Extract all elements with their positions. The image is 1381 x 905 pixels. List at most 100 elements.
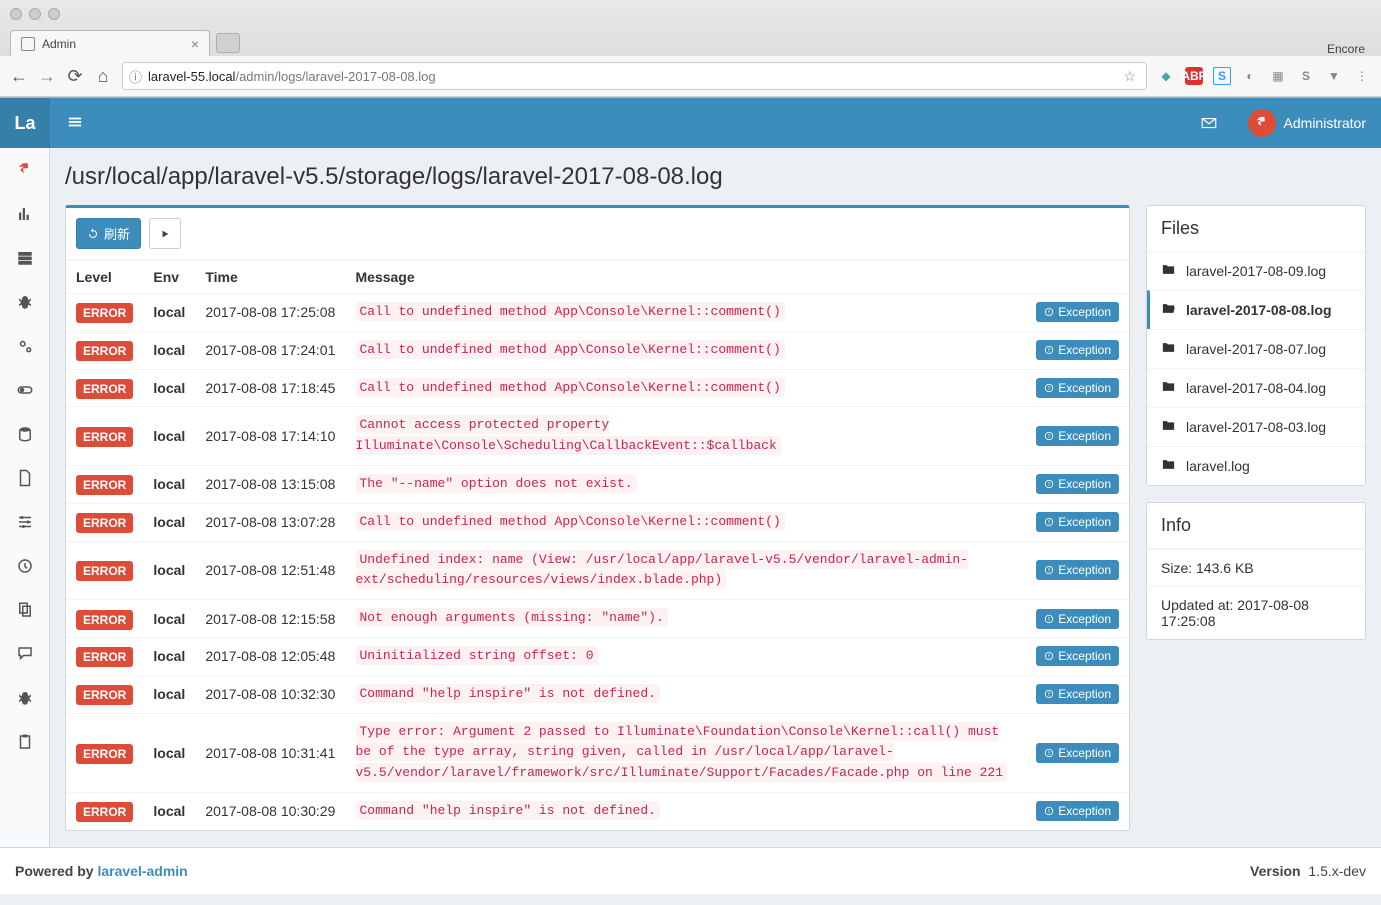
- time-cell: 2017-08-08 13:07:28: [195, 503, 345, 541]
- address-bar[interactable]: ⓘ laravel-55.local/admin/logs/laravel-20…: [122, 62, 1147, 90]
- sidebar-item-file[interactable]: [0, 456, 49, 500]
- sidebar-item-chart[interactable]: [0, 192, 49, 236]
- exception-button[interactable]: Exception: [1036, 560, 1119, 580]
- extension-icon[interactable]: ▦: [1269, 67, 1287, 85]
- files-title: Files: [1147, 206, 1365, 252]
- info-updated: Updated at: 2017-08-08 17:25:08: [1147, 586, 1365, 639]
- sidebar-item-copy[interactable]: [0, 588, 49, 632]
- version-value: 1.5.x-dev: [1308, 863, 1366, 879]
- window-close-icon[interactable]: [10, 8, 22, 20]
- time-cell: 2017-08-08 17:25:08: [195, 294, 345, 332]
- user-menu[interactable]: Administrator: [1233, 98, 1381, 148]
- level-badge: ERROR: [76, 561, 133, 581]
- close-tab-icon[interactable]: ×: [191, 36, 199, 52]
- exception-button[interactable]: Exception: [1036, 646, 1119, 666]
- sidebar-item-debug[interactable]: [0, 676, 49, 720]
- exception-button[interactable]: Exception: [1036, 426, 1119, 446]
- file-item[interactable]: laravel-2017-08-09.log: [1147, 252, 1365, 290]
- time-cell: 2017-08-08 10:30:29: [195, 792, 345, 829]
- window-minimize-icon[interactable]: [29, 8, 41, 20]
- table-row: ERRORlocal2017-08-08 10:32:30Command "he…: [66, 675, 1129, 713]
- file-name: laravel-2017-08-04.log: [1186, 380, 1326, 396]
- exception-button[interactable]: Exception: [1036, 801, 1119, 821]
- extension-icon[interactable]: S: [1297, 67, 1315, 85]
- refresh-button[interactable]: 刷新: [76, 218, 141, 249]
- env-cell: local: [143, 503, 195, 541]
- time-cell: 2017-08-08 13:15:08: [195, 465, 345, 503]
- message-cell: Call to undefined method App\Console\Ker…: [356, 340, 785, 359]
- sidebar-item-chat[interactable]: [0, 632, 49, 676]
- file-item[interactable]: laravel-2017-08-07.log: [1147, 329, 1365, 368]
- messages-button[interactable]: [1185, 98, 1233, 148]
- window-maximize-icon[interactable]: [48, 8, 60, 20]
- log-box: 刷新 Level Env Time Message: [65, 205, 1130, 831]
- sidebar-item-toggle[interactable]: [0, 368, 49, 412]
- sidebar-item-sliders[interactable]: [0, 500, 49, 544]
- level-badge: ERROR: [76, 475, 133, 495]
- exception-button[interactable]: Exception: [1036, 378, 1119, 398]
- exception-button[interactable]: Exception: [1036, 684, 1119, 704]
- env-cell: local: [143, 637, 195, 675]
- extension-icon[interactable]: S: [1213, 67, 1231, 85]
- col-level: Level: [66, 261, 143, 294]
- file-name: laravel-2017-08-07.log: [1186, 341, 1326, 357]
- new-tab-button[interactable]: [216, 33, 240, 53]
- user-name: Administrator: [1284, 115, 1366, 131]
- sidebar-toggle[interactable]: [50, 115, 100, 132]
- sidebar-item-bug[interactable]: [0, 280, 49, 324]
- exception-button[interactable]: Exception: [1036, 512, 1119, 532]
- file-name: laravel-2017-08-09.log: [1186, 263, 1326, 279]
- file-item[interactable]: laravel-2017-08-08.log: [1147, 290, 1365, 329]
- file-item[interactable]: laravel-2017-08-03.log: [1147, 407, 1365, 446]
- sidebar-item-clipboard[interactable]: [0, 720, 49, 764]
- table-row: ERRORlocal2017-08-08 13:07:28Call to und…: [66, 503, 1129, 541]
- extension-icon[interactable]: ◆: [1157, 67, 1175, 85]
- menu-icon[interactable]: ⋮: [1353, 67, 1371, 85]
- logo[interactable]: La: [0, 98, 50, 148]
- sidebar-item-server[interactable]: [0, 236, 49, 280]
- forward-button: →: [38, 66, 56, 87]
- tab-title: Admin: [42, 37, 76, 51]
- env-cell: local: [143, 407, 195, 466]
- env-cell: local: [143, 294, 195, 332]
- exception-button[interactable]: Exception: [1036, 340, 1119, 360]
- play-button[interactable]: [149, 218, 181, 249]
- level-badge: ERROR: [76, 341, 133, 361]
- exception-button[interactable]: Exception: [1036, 609, 1119, 629]
- level-badge: ERROR: [76, 744, 133, 764]
- file-item[interactable]: laravel.log: [1147, 446, 1365, 485]
- file-item[interactable]: laravel-2017-08-04.log: [1147, 368, 1365, 407]
- log-table: Level Env Time Message ERRORlocal2017-08…: [66, 260, 1129, 830]
- message-cell: Uninitialized string offset: 0: [356, 646, 598, 665]
- sidebar-item-database[interactable]: [0, 412, 49, 456]
- browser-tab[interactable]: Admin ×: [10, 30, 210, 56]
- footer-link[interactable]: laravel-admin: [97, 863, 187, 879]
- info-panel: Info Size: 143.6 KB Updated at: 2017-08-…: [1146, 502, 1366, 640]
- env-cell: local: [143, 331, 195, 369]
- sidebar-item-gears[interactable]: [0, 324, 49, 368]
- col-env: Env: [143, 261, 195, 294]
- info-icon[interactable]: ⓘ: [123, 67, 148, 86]
- exception-button[interactable]: Exception: [1036, 743, 1119, 763]
- back-button[interactable]: ←: [10, 66, 28, 87]
- extension-icons: ◆ ABP S ◐ ▦ S ▼ ⋮: [1157, 67, 1371, 85]
- reload-button[interactable]: ⟳: [66, 66, 84, 87]
- sidebar-item-clock[interactable]: [0, 544, 49, 588]
- home-button[interactable]: ⌂: [94, 66, 112, 87]
- exception-button[interactable]: Exception: [1036, 474, 1119, 494]
- level-badge: ERROR: [76, 610, 133, 630]
- time-cell: 2017-08-08 12:51:48: [195, 541, 345, 600]
- time-cell: 2017-08-08 12:05:48: [195, 637, 345, 675]
- exception-button[interactable]: Exception: [1036, 302, 1119, 322]
- extension-icon[interactable]: ▼: [1325, 67, 1343, 85]
- file-name: laravel-2017-08-08.log: [1186, 302, 1332, 318]
- table-row: ERRORlocal2017-08-08 17:18:45Call to und…: [66, 369, 1129, 407]
- time-cell: 2017-08-08 17:18:45: [195, 369, 345, 407]
- extension-icon[interactable]: ◐: [1241, 67, 1259, 85]
- message-cell: Call to undefined method App\Console\Ker…: [356, 302, 785, 321]
- folder-icon: [1161, 418, 1176, 436]
- bookmark-icon[interactable]: ☆: [1113, 68, 1146, 85]
- sidebar-item-dashboard[interactable]: [0, 148, 49, 192]
- encore-label: Encore: [1327, 42, 1371, 56]
- abp-icon[interactable]: ABP: [1185, 67, 1203, 85]
